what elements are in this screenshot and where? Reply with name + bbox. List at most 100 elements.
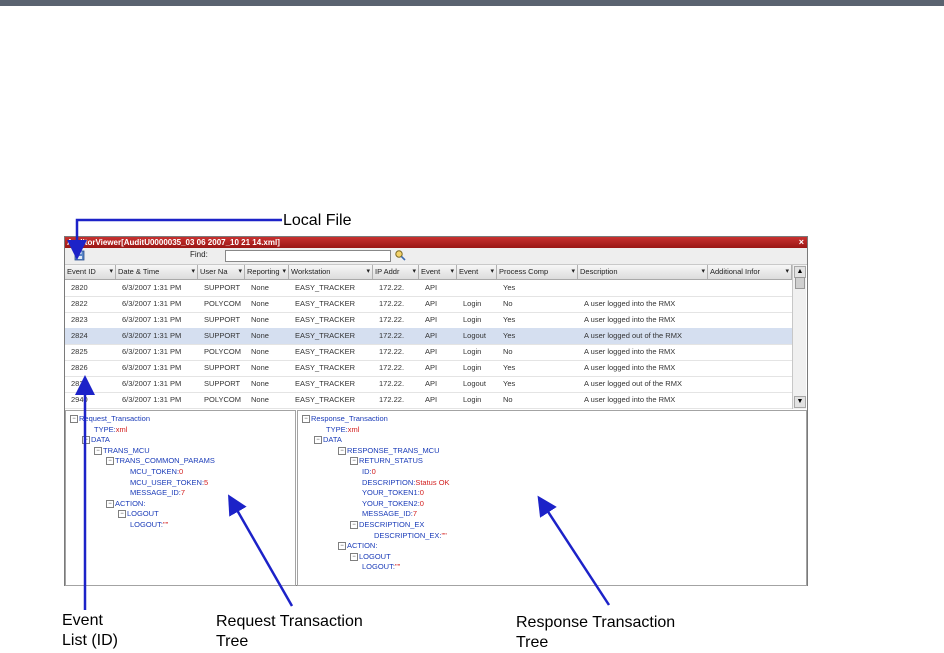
- column-filter-icon[interactable]: ▾: [109, 265, 113, 279]
- table-cell: 6/3/2007 1:31 PM: [122, 395, 182, 404]
- table-row[interactable]: 2822 6/3/2007 1:31 PM POLYCOM None EASY_TRAC…: [65, 296, 792, 313]
- tree-node: ID:0: [362, 467, 376, 476]
- collapse-icon[interactable]: −: [302, 415, 310, 424]
- column-header[interactable]: Process Comp ▾: [497, 265, 578, 279]
- column-filter-icon[interactable]: ▾: [490, 265, 494, 279]
- table-cell: Yes: [503, 283, 516, 292]
- tree-node-label: DESCRIPTION_EX:: [374, 530, 442, 540]
- tree-node-label: TYPE:: [326, 424, 348, 434]
- tree-node[interactable]: − Request_Transaction: [70, 414, 150, 424]
- column-filter-icon[interactable]: ▾: [571, 265, 575, 279]
- collapse-icon[interactable]: −: [350, 457, 358, 466]
- tree-node[interactable]: − Response_Transaction: [302, 414, 388, 424]
- table-row[interactable]: 2825 6/3/2007 1:31 PM POLYCOM None EASY_TRAC…: [65, 344, 792, 361]
- table-cell: Yes: [503, 363, 516, 372]
- local-file-icon[interactable]: [74, 250, 85, 261]
- table-row[interactable]: 2820 6/3/2007 1:31 PM SUPPORT None EASY_TRAC…: [65, 280, 792, 297]
- tree-node-label: TRANS_COMMON_PARAMS: [115, 456, 215, 466]
- tree-node-label: RETURN_STATUS: [359, 456, 423, 466]
- tree-node[interactable]: − RETURN_STATUS: [350, 456, 423, 466]
- collapse-icon[interactable]: −: [118, 510, 126, 519]
- table-cell: A user logged into the RMX: [584, 315, 676, 324]
- column-filter-icon[interactable]: ▾: [282, 265, 286, 279]
- tree-node[interactable]: − LOGOUT: [118, 509, 159, 519]
- tree-node[interactable]: − DESCRIPTION_EX: [350, 520, 424, 530]
- tree-node[interactable]: − ACTION:: [338, 541, 377, 551]
- column-header[interactable]: Reporting ▾: [245, 265, 289, 279]
- column-header-label: IP Addr: [375, 267, 400, 276]
- search-icon[interactable]: [394, 249, 406, 261]
- table-cell: SUPPORT: [204, 283, 241, 292]
- tree-node-value: 0: [371, 467, 376, 476]
- find-input[interactable]: [225, 250, 391, 262]
- column-header[interactable]: Event ▾: [419, 265, 457, 279]
- table-cell: POLYCOM: [204, 299, 241, 308]
- collapse-icon[interactable]: −: [106, 499, 114, 508]
- tree-node[interactable]: − TRANS_MCU: [94, 446, 150, 455]
- column-header[interactable]: Event ▾: [457, 265, 497, 279]
- column-filter-icon[interactable]: ▾: [366, 265, 370, 279]
- tree-node[interactable]: − TRANS_COMMON_PARAMS: [106, 456, 215, 466]
- table-cell: EASY_TRACKER: [295, 379, 356, 388]
- collapse-icon[interactable]: −: [314, 436, 322, 445]
- column-filter-icon[interactable]: ▾: [191, 265, 195, 279]
- tree-node-label: RESPONSE_TRANS_MCU: [347, 445, 440, 455]
- close-icon[interactable]: ×: [799, 237, 804, 248]
- table-cell: None: [251, 283, 269, 292]
- tree-node[interactable]: − LOGOUT: [350, 552, 391, 561]
- collapse-icon[interactable]: −: [338, 542, 346, 551]
- column-header-label: Reporting: [247, 267, 280, 276]
- tree-node-label: YOUR_TOKEN1:: [362, 488, 420, 498]
- column-filter-icon[interactable]: ▾: [238, 265, 242, 279]
- table-cell: POLYCOM: [204, 395, 241, 404]
- tree-node-label: TRANS_MCU: [103, 445, 150, 455]
- column-filter-icon[interactable]: ▾: [701, 265, 705, 279]
- table-cell: 6/3/2007 1:31 PM: [122, 283, 182, 292]
- annotation-response-tree-line1: Response Transaction: [516, 614, 676, 631]
- tree-node[interactable]: − RESPONSE_TRANS_MCU: [338, 446, 440, 455]
- tree-node-value: 7: [180, 488, 186, 498]
- column-header-label: Description: [580, 267, 618, 276]
- column-header[interactable]: Workstation ▾: [289, 265, 373, 279]
- tree-node-value: 5: [204, 477, 209, 487]
- column-header[interactable]: IP Addr ▾: [373, 265, 419, 279]
- table-cell: EASY_TRACKER: [295, 315, 356, 324]
- table-cell: Yes: [503, 379, 516, 388]
- collapse-icon[interactable]: −: [106, 457, 114, 466]
- table-cell: 2825: [71, 347, 88, 356]
- tree-node-label: ID:: [362, 467, 372, 476]
- collapse-icon[interactable]: −: [350, 552, 358, 561]
- table-cell: EASY_TRACKER: [295, 347, 356, 356]
- column-header[interactable]: Date & Time ▾: [116, 265, 198, 279]
- tree-node: LOGOUT:"": [362, 562, 400, 571]
- table-row[interactable]: 2826 6/3/2007 1:31 PM SUPPORT None EASY_TRAC…: [65, 360, 792, 377]
- scroll-thumb[interactable]: [795, 277, 805, 289]
- column-header-label: Event: [421, 267, 441, 276]
- column-header[interactable]: Description ▾: [578, 265, 708, 279]
- column-filter-icon[interactable]: ▾: [785, 265, 789, 279]
- table-cell: No: [503, 299, 513, 308]
- table-cell: 6/3/2007 1:31 PM: [122, 379, 182, 388]
- tree-node[interactable]: − ACTION:: [106, 499, 145, 508]
- collapse-icon[interactable]: −: [82, 436, 90, 445]
- column-header[interactable]: Event ID ▾: [65, 265, 116, 279]
- table-row[interactable]: 2940 6/3/2007 1:31 PM POLYCOM None EASY_TRAC…: [65, 392, 792, 409]
- collapse-icon[interactable]: −: [70, 415, 78, 424]
- column-header-label: Date & Time: [118, 267, 160, 276]
- column-filter-icon[interactable]: ▾: [412, 265, 416, 279]
- collapse-icon[interactable]: −: [94, 446, 102, 455]
- scroll-down-icon[interactable]: ▼: [794, 396, 806, 408]
- column-header[interactable]: Additional Infor ▾: [708, 265, 792, 279]
- collapse-icon[interactable]: −: [338, 446, 346, 455]
- table-row[interactable]: 2827 6/3/2007 1:31 PM SUPPORT None EASY_TRAC…: [65, 376, 792, 393]
- tree-node[interactable]: − DATA: [82, 435, 110, 445]
- table-row[interactable]: 2823 6/3/2007 1:31 PM SUPPORT None EASY_TRAC…: [65, 312, 792, 329]
- event-list-scrollbar[interactable]: ▲ ▼: [792, 265, 806, 409]
- collapse-icon[interactable]: −: [350, 521, 358, 530]
- table-cell: 172.22.: [379, 331, 405, 340]
- column-filter-icon[interactable]: ▾: [450, 265, 454, 279]
- table-cell: A user logged into the RMX: [584, 299, 676, 308]
- table-row[interactable]: 2824 6/3/2007 1:31 PM SUPPORT None EASY_TRAC…: [65, 328, 792, 345]
- tree-node[interactable]: − DATA: [314, 435, 342, 445]
- column-header[interactable]: User Na ▾: [198, 265, 245, 279]
